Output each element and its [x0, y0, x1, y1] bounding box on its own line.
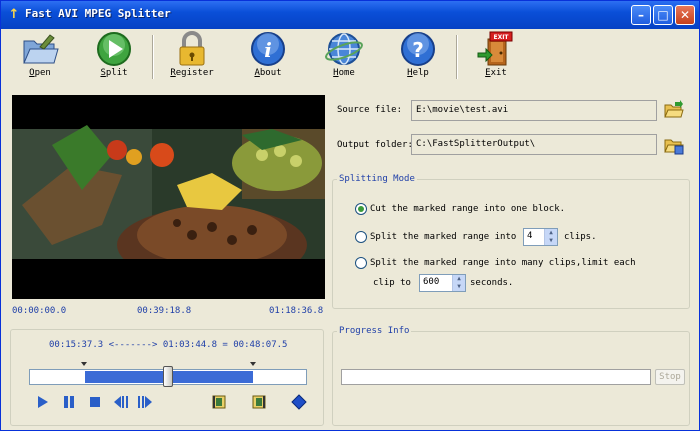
close-icon: ✕: [679, 8, 691, 22]
title-bar[interactable]: ↑ Fast AVI MPEG Splitter – □ ✕: [1, 1, 699, 29]
stop-button[interactable]: Stop: [655, 369, 685, 385]
help-label: Help: [407, 68, 429, 78]
split-mode-one-block-label: Cut the marked range into one block.: [370, 204, 566, 214]
spin-down-icon[interactable]: ▼: [453, 283, 465, 291]
video-frame-image: [12, 95, 325, 299]
globe-icon: [325, 33, 363, 65]
clip-seconds-stepper[interactable]: 600 ▲ ▼: [419, 274, 466, 292]
mark-start-icon[interactable]: [211, 394, 227, 410]
source-file-field[interactable]: E:\movie\test.avi: [411, 100, 657, 121]
range-length: 00:48:07.5: [233, 340, 288, 350]
split-label: Split: [100, 68, 128, 78]
stop-icon[interactable]: [87, 394, 103, 410]
range-info: 00:15:37.3 <-------> 01:03:44.8 = 00:48:…: [49, 340, 287, 350]
exit-sign-text: EXIT: [493, 34, 509, 41]
clip-count-arrows[interactable]: ▲ ▼: [544, 229, 557, 245]
clip-seconds-suffix: seconds.: [470, 278, 514, 288]
about-label: About: [254, 68, 282, 78]
output-folder-label: Output folder:: [337, 140, 413, 150]
help-button[interactable]: ? Help: [387, 31, 449, 83]
clip-seconds-arrows[interactable]: ▲ ▼: [452, 275, 465, 291]
split-mode-limit-label: Split the marked range into many clips,l…: [370, 258, 636, 268]
spin-up-icon[interactable]: ▲: [545, 229, 557, 237]
window-title: Fast AVI MPEG Splitter: [25, 7, 171, 20]
spin-up-icon[interactable]: ▲: [453, 275, 465, 283]
splitting-mode-group: [332, 179, 690, 309]
open-label: Open: [29, 68, 51, 78]
close-button[interactable]: ✕: [675, 5, 695, 25]
play-icon[interactable]: [35, 394, 51, 410]
browse-output-folder-icon[interactable]: [664, 135, 684, 155]
range-start: 00:15:37.3: [49, 340, 104, 350]
time-start: 00:00:00.0: [12, 306, 67, 316]
split-button[interactable]: Split: [83, 31, 145, 83]
split-mode-clips-radio[interactable]: [355, 231, 367, 243]
exit-label: Exit: [485, 68, 507, 78]
selection-end-marker[interactable]: [250, 362, 256, 366]
seek-thumb[interactable]: [163, 366, 173, 387]
spin-down-icon[interactable]: ▼: [545, 237, 557, 245]
step-back-icon[interactable]: [113, 394, 129, 410]
open-folder-icon: [23, 34, 59, 64]
time-current: 00:39:18.8: [137, 306, 192, 316]
maximize-icon: □: [657, 8, 669, 22]
register-label: Register: [170, 68, 214, 78]
exit-door-icon: EXIT: [477, 31, 513, 66]
info-icon: i: [251, 32, 285, 66]
output-folder-field[interactable]: C:\FastSplitterOutput\: [411, 134, 657, 155]
range-arrow: <------->: [108, 340, 158, 350]
browse-source-folder-icon[interactable]: [664, 100, 684, 120]
selection-start-marker[interactable]: [81, 362, 87, 366]
progress-bar: [341, 369, 651, 385]
clip-count-stepper[interactable]: 4 ▲ ▼: [523, 228, 558, 246]
help-icon: ?: [401, 32, 435, 66]
toolbar-separator: [456, 35, 458, 79]
source-file-label: Source file:: [337, 105, 403, 115]
maximize-button[interactable]: □: [653, 5, 673, 25]
split-mode-limit-radio[interactable]: [355, 257, 367, 269]
range-equals: =: [222, 340, 228, 350]
mark-end-icon[interactable]: [251, 394, 267, 410]
minimize-icon: –: [638, 8, 644, 22]
split-limit-prefix: clip to: [373, 278, 411, 288]
time-end: 01:18:36.8: [269, 306, 324, 316]
toolbar-separator: [152, 35, 154, 79]
pause-icon[interactable]: [61, 394, 77, 410]
clip-count-suffix: clips.: [564, 232, 597, 242]
splitting-mode-legend: Splitting Mode: [337, 174, 417, 184]
svg-text:i: i: [264, 38, 272, 62]
seek-bar[interactable]: [29, 366, 307, 387]
step-forward-icon[interactable]: [137, 394, 153, 410]
lock-icon: [179, 31, 205, 66]
split-mode-clips-label: Split the marked range into: [370, 232, 517, 242]
register-button[interactable]: Register: [161, 31, 223, 83]
range-end: 01:03:44.8: [162, 340, 217, 350]
minimize-button[interactable]: –: [631, 5, 651, 25]
home-label: Home: [333, 68, 355, 78]
about-button[interactable]: i About: [237, 31, 299, 83]
svg-text:?: ?: [412, 38, 424, 62]
split-mode-one-block-radio[interactable]: [355, 203, 367, 215]
exit-button[interactable]: EXIT Exit: [465, 31, 527, 83]
play-icon: [97, 32, 131, 66]
app-window: ↑ Fast AVI MPEG Splitter – □ ✕ Open Spli…: [0, 0, 700, 431]
progress-legend: Progress Info: [337, 326, 412, 336]
app-icon: ↑: [8, 7, 20, 22]
clip-seconds-value: 600: [423, 277, 440, 287]
home-button[interactable]: Home: [313, 31, 375, 83]
video-preview[interactable]: [12, 95, 325, 299]
open-button[interactable]: Open: [9, 31, 71, 83]
clip-count-value: 4: [527, 231, 533, 241]
go-to-selection-icon[interactable]: [291, 394, 307, 410]
toolbar: Open Split Register i About Home ? Help …: [1, 29, 699, 85]
